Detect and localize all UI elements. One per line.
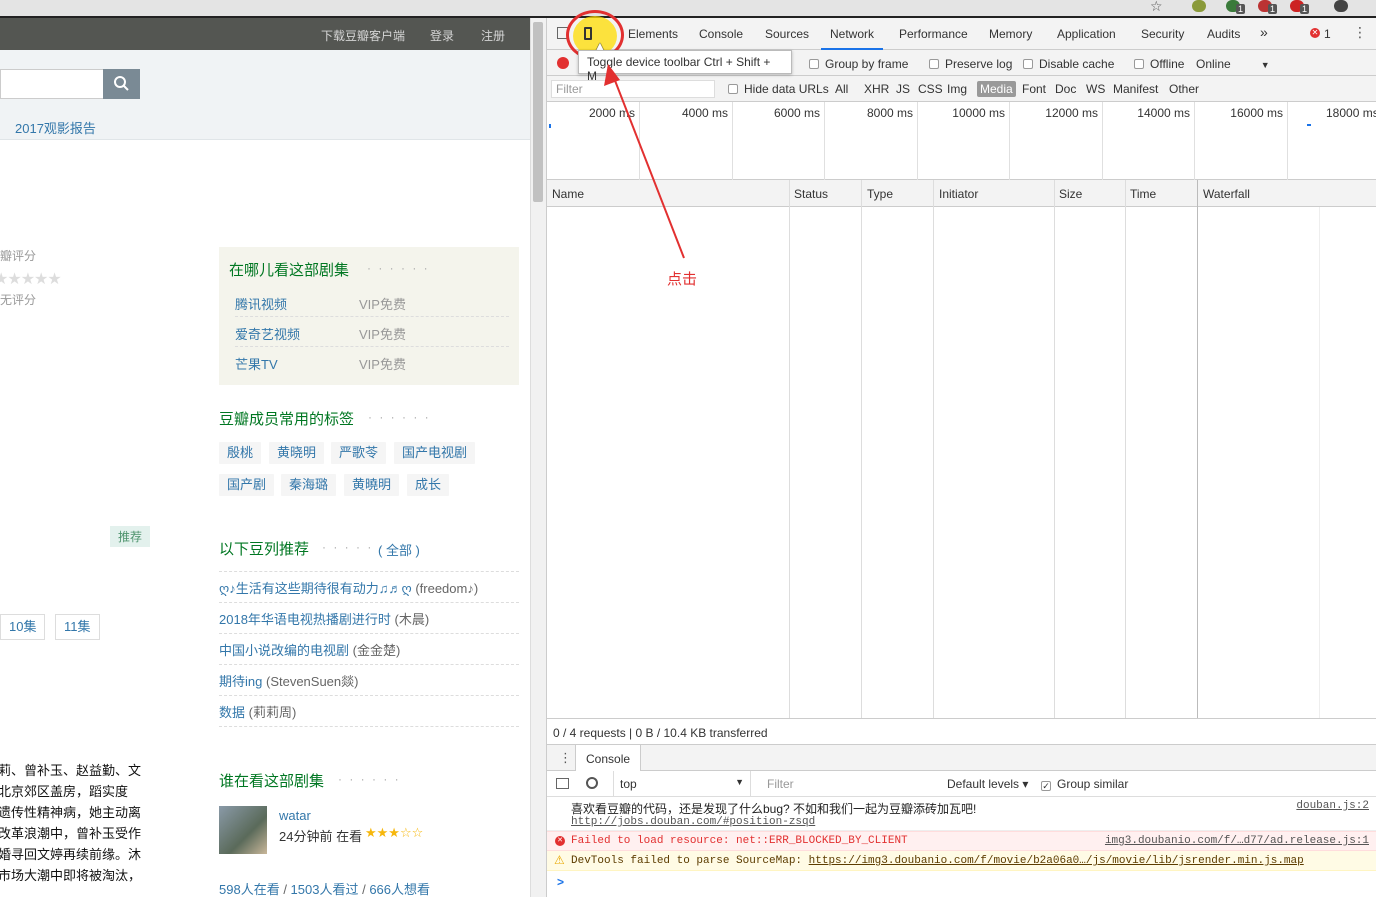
annotation-text: 点击 xyxy=(667,271,698,288)
annotation-arrow xyxy=(604,64,685,259)
